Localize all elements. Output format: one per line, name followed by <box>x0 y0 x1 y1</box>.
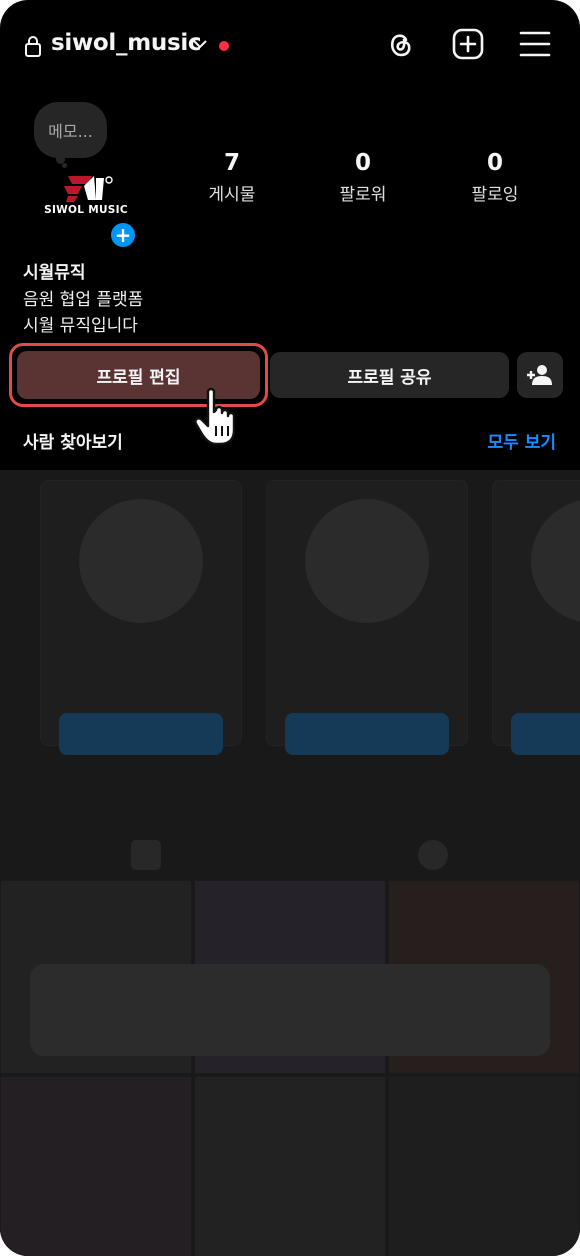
stat-posts[interactable]: 7 게시물 <box>177 150 287 205</box>
menu-icon[interactable] <box>519 28 551 60</box>
threads-icon[interactable] <box>384 28 416 60</box>
post-thumbnail <box>0 1076 192 1256</box>
notification-dot <box>219 41 229 51</box>
stat-following-value: 0 <box>486 150 503 176</box>
stat-followers[interactable]: 0 팔로워 <box>308 150 418 205</box>
suggestion-card <box>266 480 468 755</box>
profile-logo-text: SIWOL MUSIC <box>44 204 128 216</box>
account-switcher[interactable]: siwol_music <box>51 30 202 56</box>
hand-pointer-icon <box>194 387 236 446</box>
dimmed-content-overlay <box>0 470 580 1256</box>
add-person-icon <box>527 365 552 385</box>
add-story-button[interactable]: + <box>108 220 138 250</box>
stat-followers-value: 0 <box>354 150 371 176</box>
chevron-down-icon[interactable] <box>192 36 208 52</box>
bio-line: 음원 협업 플랫폼 <box>23 290 144 310</box>
suggestion-card <box>40 480 242 755</box>
memo-bubble-tail-small <box>62 163 67 168</box>
suggestion-avatar <box>79 499 203 623</box>
see-all-link[interactable]: 모두 보기 <box>488 428 556 453</box>
stat-following[interactable]: 0 팔로잉 <box>440 150 550 205</box>
discover-people-title: 사람 찾아보기 <box>23 433 123 453</box>
bio-line: 시월 뮤직입니다 <box>23 316 138 336</box>
profile-header: siwol_music <box>0 0 580 92</box>
stat-followers-label: 팔로워 <box>339 185 387 205</box>
profile-display-name: 시월뮤직 <box>23 263 86 283</box>
suggestion-card <box>492 480 580 755</box>
post-thumbnail <box>388 1076 580 1256</box>
lock-icon <box>25 36 41 57</box>
share-profile-button[interactable]: 프로필 공유 <box>270 352 509 398</box>
grid-tab-icon <box>131 840 161 870</box>
add-post-icon[interactable] <box>452 28 484 60</box>
stat-posts-value: 7 <box>223 150 240 176</box>
stat-posts-label: 게시물 <box>208 185 256 205</box>
blurred-toast <box>30 964 550 1056</box>
suggestion-follow-button <box>511 713 580 755</box>
phone-screen: siwol_music 메모... SIWOL MUSIC + 7 게시물 0 … <box>0 0 580 1256</box>
tagged-tab-icon <box>418 840 448 870</box>
suggestion-follow-button <box>59 713 223 755</box>
suggestion-avatar <box>531 499 580 623</box>
post-thumbnail <box>194 1076 386 1256</box>
memo-bubble[interactable]: 메모... <box>34 102 107 158</box>
discover-people-button[interactable] <box>517 352 563 398</box>
stat-following-label: 팔로잉 <box>471 185 519 205</box>
suggestion-avatar <box>305 499 429 623</box>
suggestion-follow-button <box>285 713 449 755</box>
